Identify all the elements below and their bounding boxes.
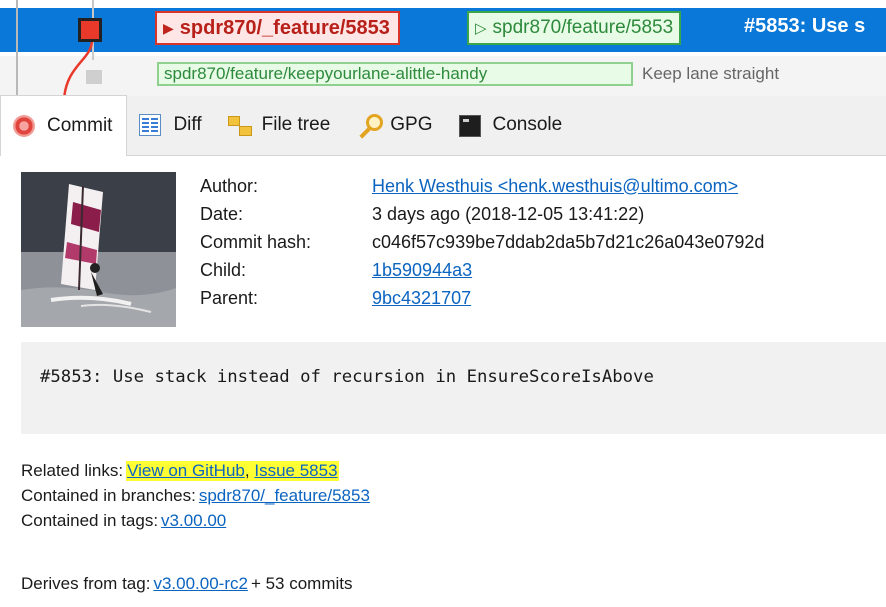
graph-lane-line — [16, 0, 18, 96]
tab-gpg[interactable]: GPG — [344, 95, 446, 155]
tags-label: Contained in tags: — [21, 510, 159, 530]
child-label: Child: — [200, 259, 247, 280]
commit-hash-row: Commit hash: c046f57c939be7ddab2da5b7d21… — [200, 228, 764, 256]
commit-subject: #5853: Use s — [744, 15, 866, 37]
related-links-row: Related links: View on GitHub, Issue 5853 — [21, 458, 370, 483]
link-separator: , — [244, 460, 250, 480]
author-row: Author: Henk Westhuis <henk.westhuis@ult… — [200, 172, 764, 200]
revision-tabs: Commit Diff File tree GPG Console — [0, 95, 886, 156]
revision-graph[interactable]: ▶ spdr870/_feature/5853 ▷ spdr870/featur… — [0, 0, 886, 96]
tab-label: GPG — [390, 114, 433, 135]
derives-from-tag-row: Derives from tag: v3.00.00-rc2 + 53 commit… — [21, 571, 370, 596]
diff-icon — [139, 114, 162, 136]
tab-label: Commit — [47, 115, 113, 136]
derives-suffix: + 53 commits — [250, 573, 353, 593]
commit-info: Author: Henk Westhuis <henk.westhuis@ult… — [200, 172, 764, 312]
tab-label: File tree — [261, 114, 331, 135]
author-label: Author: — [200, 175, 259, 196]
head-arrow-icon: ▶ — [163, 19, 174, 36]
commit-icon — [13, 115, 35, 137]
contained-in-tags-row: Contained in tags: v3.00.00 — [21, 508, 370, 533]
commit-details: Related links: View on GitHub, Issue 5853… — [21, 458, 370, 596]
commit-message: #5853: Use stack instead of recursion in… — [40, 367, 654, 387]
related-links-label: Related links: — [21, 460, 124, 480]
remote-branch-label[interactable]: ▷ spdr870/feature/5853 — [467, 11, 682, 45]
derives-label: Derives from tag: — [21, 573, 151, 593]
commit-hash-label: Commit hash: — [200, 231, 312, 252]
contained-in-branches-row: Contained in branches: spdr870/_feature/5… — [21, 483, 370, 508]
related-links-highlight: View on GitHub, Issue 5853 — [126, 460, 339, 481]
branch-link[interactable]: spdr870/_feature/5853 — [199, 486, 370, 506]
issue-link[interactable]: Issue 5853 — [254, 461, 337, 480]
tab-commit[interactable]: Commit — [0, 95, 128, 156]
author-link[interactable]: Henk Westhuis <henk.westhuis@ultimo.com> — [372, 176, 738, 197]
view-on-github-link[interactable]: View on GitHub — [127, 461, 245, 480]
file-tree-icon — [227, 114, 252, 136]
graph-merge-curve — [63, 40, 94, 96]
remote-branch-label[interactable]: spdr870/feature/keepyourlane-alittle-han… — [157, 62, 633, 86]
console-icon — [458, 115, 481, 137]
date-row: Date: 3 days ago (2018-12-05 13:41:22) — [200, 200, 764, 228]
tab-label: Console — [492, 114, 563, 135]
date-value: 3 days ago (2018-12-05 13:41:22) — [372, 203, 645, 224]
parent-row: Parent: 9bc4321707 — [200, 284, 764, 312]
parent-label: Parent: — [200, 287, 259, 308]
tab-file-tree[interactable]: File tree — [216, 95, 345, 155]
tab-label: Diff — [173, 114, 202, 135]
commit-hash-value: c046f57c939be7ddab2da5b7d21c26a043e0792d — [372, 231, 765, 252]
remote-arrow-icon: ▷ — [475, 20, 487, 37]
local-branch-label[interactable]: ▶ spdr870/_feature/5853 — [155, 11, 400, 45]
commit-node — [78, 18, 102, 42]
gpg-key-icon — [356, 114, 384, 136]
child-row: Child: 1b590944a3 — [200, 256, 764, 284]
tab-console[interactable]: Console — [447, 95, 577, 155]
parent-commit-link[interactable]: 9bc4321707 — [372, 288, 471, 309]
commit-node — [86, 70, 102, 84]
commit-message-box: #5853: Use stack instead of recursion in… — [21, 342, 886, 434]
tab-diff[interactable]: Diff — [127, 95, 215, 155]
branches-label: Contained in branches: — [21, 485, 196, 505]
derives-tag-link[interactable]: v3.00.00-rc2 — [153, 574, 248, 594]
author-avatar — [21, 172, 176, 327]
remote-branch-name: spdr870/feature/5853 — [492, 17, 674, 38]
commit-subject: Keep lane straight — [642, 64, 780, 83]
child-commit-link[interactable]: 1b590944a3 — [372, 260, 472, 281]
tag-link[interactable]: v3.00.00 — [161, 511, 226, 531]
local-branch-name: spdr870/_feature/5853 — [179, 16, 390, 39]
date-label: Date: — [200, 203, 244, 224]
windsurfer-photo — [21, 172, 176, 327]
